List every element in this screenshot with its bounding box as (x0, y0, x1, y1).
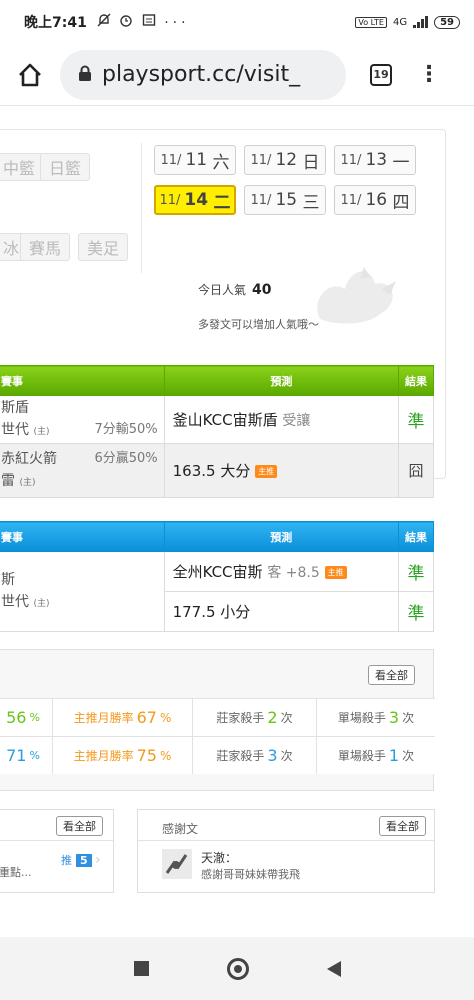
url-text: playsport.cc/visit_ (102, 62, 301, 87)
article-title[interactable]: 重點... (0, 864, 32, 880)
main-pick-badge: 主推 (324, 566, 347, 579)
sport-button-horse[interactable]: 賽馬 (20, 233, 71, 261)
stat-monthly-rate: 主推月勝率 67% (53, 699, 193, 736)
result-cell: 囧 (398, 443, 434, 498)
notification-icons: ··· (97, 13, 190, 31)
table-header: 賽事 預測 結果 (0, 521, 434, 552)
stat-monthly-rate: 主推月勝率 75% (53, 737, 193, 774)
predictions-table-blue: 賽事 預測 結果 斯 世代 (主) 全州KCC宙斯 客 +8.5 主推 準 17… (0, 521, 434, 632)
stats-view-all-button[interactable]: 看全部 (368, 665, 415, 685)
table-row[interactable]: 斯盾 世代 (主) 7分輸50% 釜山KCC宙斯盾 受讓 準 (0, 395, 434, 444)
home-nav-button[interactable] (226, 957, 249, 980)
push-count: 推5 › (61, 852, 101, 868)
stat-row: 56% 主推月勝率 67% 莊家殺手 2 次 單場殺手 3 次 (0, 698, 435, 736)
prediction-cell: 全州KCC宙斯 客 +8.5 主推 (163, 551, 400, 592)
popularity-value: 40 (252, 282, 272, 298)
date-button-1113[interactable]: 11/13 一 (334, 145, 416, 175)
event-cell: 斯盾 世代 (主) 7分輸50% (0, 395, 165, 444)
stat-single-killer: 單場殺手 3 次 (337, 708, 415, 727)
home-icon (19, 63, 41, 86)
lte-icon: Vo LTE (355, 16, 387, 28)
table-row[interactable]: 斯 世代 (主) 全州KCC宙斯 客 +8.5 主推 準 (0, 551, 434, 632)
articles-box: 看全部 重點... 推5 › (0, 809, 114, 893)
url-bar[interactable]: playsport.cc/visit_ (60, 49, 346, 100)
popularity-counter: 今日人氣 40 (198, 281, 272, 298)
back-button[interactable] (326, 960, 341, 977)
date-button-1115[interactable]: 11/15 三 (244, 185, 326, 215)
tab-switcher-button[interactable]: 19 (370, 63, 392, 86)
thanks-title: 感謝文 (162, 822, 199, 836)
predictions-table-green: 賽事 預測 結果 斯盾 世代 (主) 7分輸50% 釜山KCC宙斯盾 受讓 準 赤… (0, 365, 434, 498)
user-avatar-icon[interactable] (162, 849, 192, 879)
thanks-box: 感謝文 看全部 天澈： 感謝哥哥妹妹帶我飛 (137, 809, 435, 893)
stat-win-rate: 56% (0, 699, 53, 736)
divider (141, 143, 142, 273)
mute-bell-icon (97, 13, 111, 27)
prediction-cell: 釜山KCC宙斯盾 受讓 (163, 395, 400, 444)
result-cell: 準 (398, 551, 434, 592)
stat-single-killer: 單場殺手 1 次 (337, 746, 415, 765)
event-cell: 赤紅火箭 6分贏50% 雷 (主) (0, 443, 165, 498)
mascot-watermark-icon (317, 267, 396, 324)
date-button-1112[interactable]: 11/12 日 (244, 145, 326, 175)
stat-row: 71% 主推月勝率 75% 莊家殺手 3 次 單場殺手 1 次 (0, 736, 435, 774)
stats-panel: 看全部 56% 主推月勝率 67% 莊家殺手 2 次 單場殺手 3 次 71% 主推月勝率… (0, 649, 435, 791)
stat-win-rate: 71% (0, 737, 53, 774)
header-prediction: 預測 (163, 521, 400, 552)
divider (138, 840, 434, 841)
browser-toolbar: playsport.cc/visit_ 19 ⋮ (0, 44, 474, 106)
prediction-cell: 177.5 小分 (163, 591, 400, 632)
main-pick-badge: 主推 (255, 465, 278, 478)
signal-icon (413, 16, 429, 28)
sport-button-jbl[interactable]: 日籃 (40, 153, 91, 181)
chevron-right-icon: › (95, 852, 101, 868)
message-box-icon (142, 14, 155, 26)
thanks-message: 感謝哥哥妹妹帶我飛 (201, 868, 300, 881)
header-event: 賽事 (0, 521, 165, 552)
network-label: 4G (392, 16, 408, 28)
sport-button-nfl[interactable]: 美足 (78, 233, 129, 261)
thanks-user-name[interactable]: 天澈： (201, 849, 237, 866)
more-dots-icon: ··· (164, 15, 190, 31)
status-time: 晚上7:41 (24, 15, 87, 31)
recents-button[interactable] (133, 961, 149, 976)
lock-icon (78, 62, 92, 87)
status-bar: 晚上7:41 ··· Vo LTE 4G 59 (0, 0, 474, 44)
web-page: 中籃 日籃 冰 賽馬 美足 11/11 六 11/12 日 11/13 一 11… (0, 107, 474, 937)
popularity-label: 今日人氣 (198, 283, 247, 297)
stat-bookie-killer: 莊家殺手 2 次 (193, 699, 317, 736)
header-result: 結果 (398, 521, 434, 552)
result-cell: 準 (398, 591, 434, 632)
date-button-1116[interactable]: 11/16 四 (334, 185, 416, 215)
system-nav-bar (0, 937, 474, 1000)
alarm-clock-icon (120, 15, 132, 27)
result-cell: 準 (398, 395, 434, 444)
articles-view-all-button[interactable]: 看全部 (56, 816, 103, 836)
header-result: 結果 (398, 365, 434, 396)
event-cell: 斯 世代 (主) (0, 551, 165, 632)
overflow-menu-button[interactable]: ⋮ (418, 63, 440, 86)
header-event: 賽事 (0, 365, 165, 396)
stat-bookie-killer: 莊家殺手 3 次 (193, 737, 317, 774)
table-row[interactable]: 赤紅火箭 6分贏50% 雷 (主) 163.5 大分 主推 囧 (0, 443, 434, 498)
header-prediction: 預測 (163, 365, 400, 396)
table-header: 賽事 預測 結果 (0, 365, 434, 396)
home-button[interactable] (0, 45, 60, 105)
thanks-view-all-button[interactable]: 看全部 (379, 816, 426, 836)
prediction-cell: 163.5 大分 主推 (163, 443, 400, 498)
sport-button-cba[interactable]: 中籃 (0, 153, 45, 181)
date-button-1111[interactable]: 11/11 六 (154, 145, 236, 175)
divider (0, 840, 113, 841)
battery-icon: 59 (434, 15, 460, 29)
date-button-1114[interactable]: 11/14 二 (154, 185, 236, 215)
